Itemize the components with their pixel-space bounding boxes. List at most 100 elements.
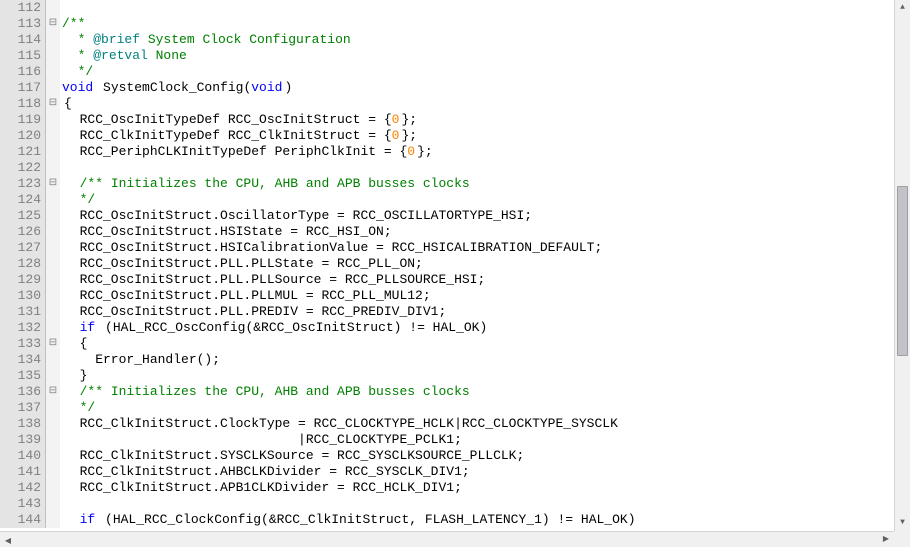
code-line[interactable]: 135 } xyxy=(0,368,894,384)
code-content[interactable]: RCC_OscInitStruct.PLL.PLLState = RCC_PLL… xyxy=(60,256,423,272)
code-line[interactable]: 116 */ xyxy=(0,64,894,80)
token xyxy=(62,496,64,511)
line-number: 138 xyxy=(0,416,46,432)
code-content[interactable]: * @brief System Clock Configuration xyxy=(60,32,351,48)
fold-toggle[interactable]: ⊟ xyxy=(46,336,60,352)
line-number: 130 xyxy=(0,288,46,304)
code-content[interactable]: RCC_OscInitStruct.PLL.PLLSource = RCC_PL… xyxy=(60,272,485,288)
code-content[interactable]: RCC_OscInitStruct.OscillatorType = RCC_O… xyxy=(60,208,532,224)
code-content[interactable] xyxy=(60,496,64,512)
scroll-down-icon[interactable]: ▼ xyxy=(895,515,910,531)
code-line[interactable]: 141 RCC_ClkInitStruct.AHBCLKDivider = RC… xyxy=(0,464,894,480)
code-line[interactable]: 142 RCC_ClkInitStruct.APB1CLKDivider = R… xyxy=(0,480,894,496)
code-content[interactable]: */ xyxy=(60,400,95,416)
code-line[interactable]: 132 if (HAL_RCC_OscConfig(&RCC_OscInitSt… xyxy=(0,320,894,336)
code-editor[interactable]: 112113⊟/**114 * @brief System Clock Conf… xyxy=(0,0,894,531)
code-content[interactable]: RCC_PeriphCLKInitTypeDef PeriphClkInit =… xyxy=(60,144,433,160)
code-line[interactable]: 130 RCC_OscInitStruct.PLL.PLLMUL = RCC_P… xyxy=(0,288,894,304)
code-content[interactable] xyxy=(60,160,64,176)
code-content[interactable]: */ xyxy=(60,64,93,80)
fold-toggle[interactable]: ⊟ xyxy=(46,384,60,400)
line-number: 118 xyxy=(0,96,46,112)
code-line[interactable]: 123⊟ /** Initializes the CPU, AHB and AP… xyxy=(0,176,894,192)
horizontal-scrollbar[interactable]: ◀ ▶ xyxy=(0,531,894,547)
code-content[interactable]: RCC_ClkInitStruct.SYSCLKSource = RCC_SYS… xyxy=(60,448,524,464)
code-content[interactable]: { xyxy=(60,96,72,112)
code-line[interactable]: 144 if (HAL_RCC_ClockConfig(&RCC_ClkInit… xyxy=(0,512,894,528)
code-line[interactable]: 129 RCC_OscInitStruct.PLL.PLLSource = RC… xyxy=(0,272,894,288)
code-content[interactable]: RCC_OscInitStruct.PLL.PREDIV = RCC_PREDI… xyxy=(60,304,446,320)
scroll-v-thumb[interactable] xyxy=(897,186,908,356)
code-content[interactable] xyxy=(60,0,64,16)
code-line[interactable]: 120 RCC_ClkInitTypeDef RCC_ClkInitStruct… xyxy=(0,128,894,144)
code-line[interactable]: 117void SystemClock_Config(void) xyxy=(0,80,894,96)
code-content[interactable]: */ xyxy=(60,192,95,208)
code-line[interactable]: 138 RCC_ClkInitStruct.ClockType = RCC_CL… xyxy=(0,416,894,432)
code-line[interactable]: 124 */ xyxy=(0,192,894,208)
code-line[interactable]: 143 xyxy=(0,496,894,512)
code-content[interactable]: RCC_OscInitStruct.PLL.PLLMUL = RCC_PLL_M… xyxy=(60,288,431,304)
fold-toggle xyxy=(46,64,60,80)
code-content[interactable]: if (HAL_RCC_OscConfig(&RCC_OscInitStruct… xyxy=(60,320,487,336)
vertical-scrollbar[interactable]: ▲ ▼ xyxy=(894,0,910,531)
code-line[interactable]: 131 RCC_OscInitStruct.PLL.PREDIV = RCC_P… xyxy=(0,304,894,320)
code-content[interactable]: void SystemClock_Config(void) xyxy=(60,80,292,96)
code-content[interactable]: { xyxy=(60,336,87,352)
line-number: 124 xyxy=(0,192,46,208)
code-content[interactable]: RCC_ClkInitStruct.ClockType = RCC_CLOCKT… xyxy=(60,416,618,432)
code-line[interactable]: 140 RCC_ClkInitStruct.SYSCLKSource = RCC… xyxy=(0,448,894,464)
token: Error_Handler(); xyxy=(62,352,220,367)
code-line[interactable]: 118⊟{ xyxy=(0,96,894,112)
token: None xyxy=(148,48,187,63)
code-content[interactable]: } xyxy=(60,368,87,384)
code-line[interactable]: 113⊟/** xyxy=(0,16,894,32)
code-content[interactable]: /** Initializes the CPU, AHB and APB bus… xyxy=(60,384,470,400)
code-line[interactable]: 136⊟ /** Initializes the CPU, AHB and AP… xyxy=(0,384,894,400)
code-line[interactable]: 121 RCC_PeriphCLKInitTypeDef PeriphClkIn… xyxy=(0,144,894,160)
code-line[interactable]: 128 RCC_OscInitStruct.PLL.PLLState = RCC… xyxy=(0,256,894,272)
code-content[interactable]: RCC_OscInitTypeDef RCC_OscInitStruct = {… xyxy=(60,112,417,128)
code-line[interactable]: 119 RCC_OscInitTypeDef RCC_OscInitStruct… xyxy=(0,112,894,128)
code-line[interactable]: 139 |RCC_CLOCKTYPE_PCLK1; xyxy=(0,432,894,448)
fold-toggle xyxy=(46,32,60,48)
code-line[interactable]: 114 * @brief System Clock Configuration xyxy=(0,32,894,48)
scroll-v-track[interactable] xyxy=(895,16,910,515)
token: RCC_OscInitStruct.PLL.PLLSource = RCC_PL… xyxy=(62,272,485,287)
code-content[interactable]: RCC_ClkInitTypeDef RCC_ClkInitStruct = {… xyxy=(60,128,417,144)
token: RCC_ClkInitTypeDef RCC_ClkInitStruct = { xyxy=(62,128,392,143)
fold-toggle xyxy=(46,496,60,512)
code-content[interactable]: RCC_OscInitStruct.HSICalibrationValue = … xyxy=(60,240,602,256)
scroll-up-icon[interactable]: ▲ xyxy=(895,0,910,16)
token: }; xyxy=(399,128,417,143)
line-number: 121 xyxy=(0,144,46,160)
code-line[interactable]: 112 xyxy=(0,0,894,16)
code-line[interactable]: 127 RCC_OscInitStruct.HSICalibrationValu… xyxy=(0,240,894,256)
code-content[interactable]: /** xyxy=(60,16,85,32)
code-content[interactable]: * @retval None xyxy=(60,48,187,64)
fold-toggle xyxy=(46,432,60,448)
code-line[interactable]: 125 RCC_OscInitStruct.OscillatorType = R… xyxy=(0,208,894,224)
code-content[interactable]: |RCC_CLOCKTYPE_PCLK1; xyxy=(60,432,462,448)
code-content[interactable]: /** Initializes the CPU, AHB and APB bus… xyxy=(60,176,470,192)
code-content[interactable]: RCC_ClkInitStruct.AHBCLKDivider = RCC_SY… xyxy=(60,464,470,480)
code-line[interactable]: 133⊟ { xyxy=(0,336,894,352)
fold-toggle[interactable]: ⊟ xyxy=(46,96,60,112)
code-content[interactable]: Error_Handler(); xyxy=(60,352,220,368)
scroll-left-icon[interactable]: ◀ xyxy=(0,534,16,550)
code-line[interactable]: 115 * @retval None xyxy=(0,48,894,64)
code-line[interactable]: 134 Error_Handler(); xyxy=(0,352,894,368)
code-line[interactable]: 122 xyxy=(0,160,894,176)
code-line[interactable]: 137 */ xyxy=(0,400,894,416)
token: void xyxy=(251,80,282,95)
token: */ xyxy=(80,400,96,415)
fold-toggle xyxy=(46,464,60,480)
code-content[interactable]: RCC_OscInitStruct.HSIState = RCC_HSI_ON; xyxy=(60,224,392,240)
fold-toggle[interactable]: ⊟ xyxy=(46,16,60,32)
code-content[interactable]: if (HAL_RCC_ClockConfig(&RCC_ClkInitStru… xyxy=(60,512,636,528)
code-content[interactable]: RCC_ClkInitStruct.APB1CLKDivider = RCC_H… xyxy=(60,480,462,496)
fold-toggle[interactable]: ⊟ xyxy=(46,176,60,192)
scroll-right-icon[interactable]: ▶ xyxy=(878,532,894,548)
line-number: 120 xyxy=(0,128,46,144)
code-line[interactable]: 126 RCC_OscInitStruct.HSIState = RCC_HSI… xyxy=(0,224,894,240)
token xyxy=(62,192,80,207)
